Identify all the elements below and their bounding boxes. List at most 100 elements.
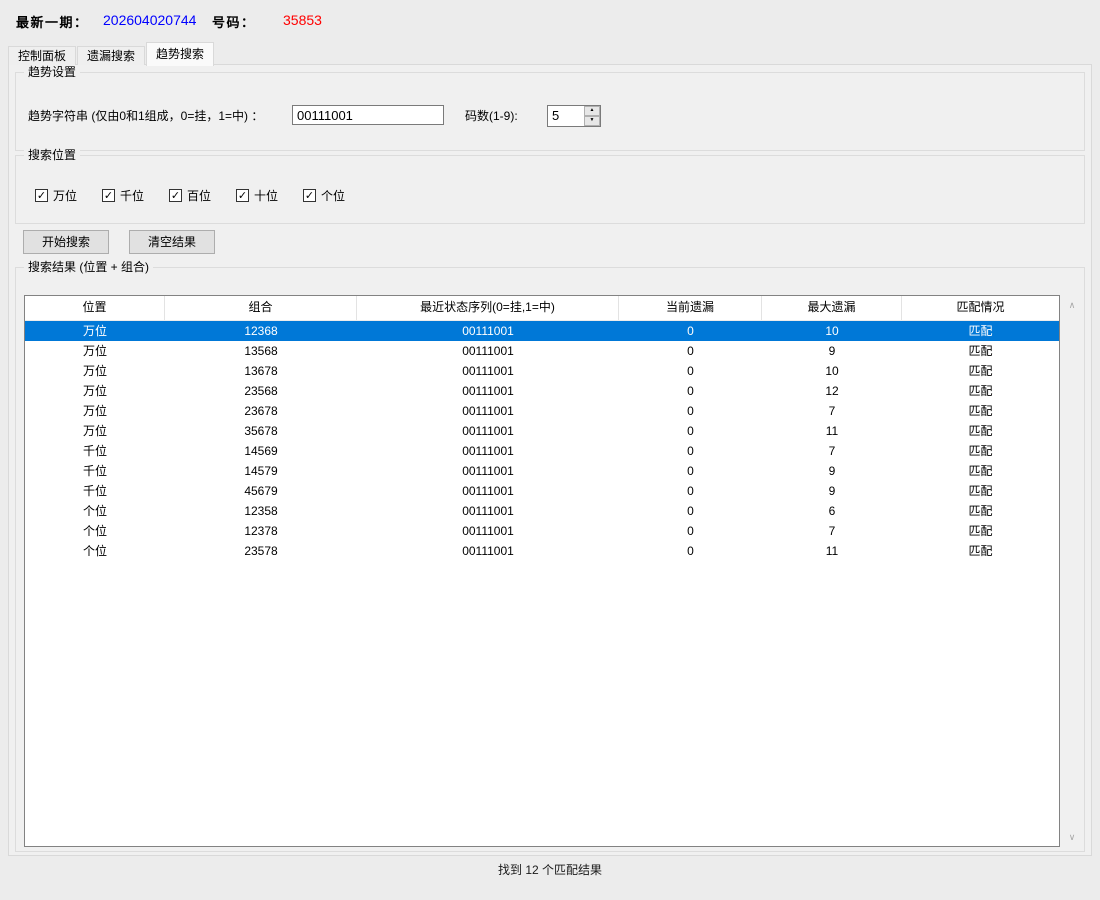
table-row[interactable]: 千位456790011100109匹配 bbox=[25, 481, 1059, 501]
table-cell: 12 bbox=[762, 381, 902, 401]
results-table-body: 万位1236800111001010匹配万位135680011100109匹配万… bbox=[25, 321, 1059, 561]
table-cell: 6 bbox=[762, 501, 902, 521]
table-cell: 千位 bbox=[25, 461, 165, 481]
column-header[interactable]: 匹配情况 bbox=[902, 296, 1059, 320]
table-cell: 11 bbox=[762, 541, 902, 561]
table-cell: 匹配 bbox=[902, 441, 1059, 461]
number-label: 号码： bbox=[212, 12, 256, 31]
table-cell: 匹配 bbox=[902, 501, 1059, 521]
table-cell: 12368 bbox=[165, 321, 357, 341]
digits-spinner[interactable]: 5 ▲ ▼ bbox=[547, 105, 601, 127]
spinner-up-icon[interactable]: ▲ bbox=[584, 106, 600, 116]
column-header[interactable]: 最大遗漏 bbox=[762, 296, 902, 320]
table-cell: 35678 bbox=[165, 421, 357, 441]
table-cell: 0 bbox=[619, 321, 762, 341]
table-cell: 0 bbox=[619, 441, 762, 461]
tab-trend-search[interactable]: 趋势搜索 bbox=[146, 42, 214, 66]
status-text: 找到 12 个匹配结果 bbox=[498, 863, 602, 877]
table-cell: 13678 bbox=[165, 361, 357, 381]
table-cell: 10 bbox=[762, 321, 902, 341]
table-cell: 匹配 bbox=[902, 381, 1059, 401]
digits-value: 5 bbox=[548, 106, 584, 126]
table-cell: 00111001 bbox=[357, 501, 619, 521]
checkbox-label: 个位 bbox=[321, 187, 345, 204]
table-row[interactable]: 万位236780011100107匹配 bbox=[25, 401, 1059, 421]
status-bar: 找到 12 个匹配结果 bbox=[0, 861, 1100, 878]
table-cell: 00111001 bbox=[357, 361, 619, 381]
vertical-scrollbar[interactable]: ∧ ∨ bbox=[1062, 295, 1082, 847]
table-cell: 匹配 bbox=[902, 521, 1059, 541]
table-row[interactable]: 万位1236800111001010匹配 bbox=[25, 321, 1059, 341]
table-cell: 0 bbox=[619, 361, 762, 381]
table-cell: 万位 bbox=[25, 401, 165, 421]
table-cell: 匹配 bbox=[902, 321, 1059, 341]
checkbox-label: 十位 bbox=[254, 187, 278, 204]
clear-results-button[interactable]: 清空结果 bbox=[129, 230, 215, 254]
table-cell: 9 bbox=[762, 481, 902, 501]
latest-issue-label: 最新一期： bbox=[16, 12, 89, 31]
table-cell: 个位 bbox=[25, 501, 165, 521]
pattern-input[interactable] bbox=[292, 105, 444, 125]
table-cell: 0 bbox=[619, 461, 762, 481]
table-cell: 00111001 bbox=[357, 441, 619, 461]
table-cell: 9 bbox=[762, 461, 902, 481]
search-results-group: 搜索结果 (位置 + 组合) 位置组合最近状态序列(0=挂,1=中)当前遗漏最大… bbox=[15, 267, 1085, 852]
table-cell: 23568 bbox=[165, 381, 357, 401]
table-cell: 9 bbox=[762, 341, 902, 361]
table-cell: 千位 bbox=[25, 441, 165, 461]
column-header[interactable]: 当前遗漏 bbox=[619, 296, 762, 320]
column-header[interactable]: 组合 bbox=[165, 296, 357, 320]
table-row[interactable]: 万位2356800111001012匹配 bbox=[25, 381, 1059, 401]
position-checkbox-2[interactable]: ✓千位 bbox=[102, 187, 169, 204]
checkmark-icon: ✓ bbox=[169, 189, 182, 202]
table-cell: 00111001 bbox=[357, 381, 619, 401]
table-cell: 0 bbox=[619, 381, 762, 401]
table-cell: 0 bbox=[619, 421, 762, 441]
tab-control-panel[interactable]: 控制面板 bbox=[8, 46, 76, 65]
search-position-title: 搜索位置 bbox=[24, 148, 80, 163]
table-cell: 12378 bbox=[165, 521, 357, 541]
table-row[interactable]: 千位145690011100107匹配 bbox=[25, 441, 1059, 461]
chevron-up-icon[interactable]: ∧ bbox=[1062, 300, 1082, 310]
table-row[interactable]: 个位123580011100106匹配 bbox=[25, 501, 1059, 521]
search-position-group: 搜索位置 ✓万位✓千位✓百位✓十位✓个位 bbox=[15, 155, 1085, 224]
table-cell: 匹配 bbox=[902, 541, 1059, 561]
number-value: 35853 bbox=[283, 12, 322, 28]
position-checkbox-3[interactable]: ✓百位 bbox=[169, 187, 236, 204]
digits-label: 码数(1-9): bbox=[465, 105, 518, 127]
latest-issue-value: 202604020744 bbox=[103, 12, 196, 28]
position-checkbox-4[interactable]: ✓十位 bbox=[236, 187, 303, 204]
table-cell: 匹配 bbox=[902, 341, 1059, 361]
checkmark-icon: ✓ bbox=[35, 189, 48, 202]
table-cell: 0 bbox=[619, 501, 762, 521]
chevron-down-icon[interactable]: ∨ bbox=[1062, 832, 1082, 842]
start-search-button[interactable]: 开始搜索 bbox=[23, 230, 109, 254]
spinner-down-icon[interactable]: ▼ bbox=[584, 116, 600, 126]
position-checkbox-1[interactable]: ✓万位 bbox=[35, 187, 102, 204]
position-checkbox-5[interactable]: ✓个位 bbox=[303, 187, 370, 204]
checkbox-label: 千位 bbox=[120, 187, 144, 204]
table-cell: 11 bbox=[762, 421, 902, 441]
table-row[interactable]: 万位1367800111001010匹配 bbox=[25, 361, 1059, 381]
table-row[interactable]: 万位135680011100109匹配 bbox=[25, 341, 1059, 361]
table-row[interactable]: 个位2357800111001011匹配 bbox=[25, 541, 1059, 561]
table-cell: 14569 bbox=[165, 441, 357, 461]
tab-omission-search[interactable]: 遗漏搜索 bbox=[77, 46, 145, 65]
table-row[interactable]: 万位3567800111001011匹配 bbox=[25, 421, 1059, 441]
column-header[interactable]: 最近状态序列(0=挂,1=中) bbox=[357, 296, 619, 320]
table-cell: 万位 bbox=[25, 341, 165, 361]
table-cell: 45679 bbox=[165, 481, 357, 501]
pattern-label: 趋势字符串 (仅由0和1组成，0=挂，1=中) ： bbox=[28, 105, 263, 127]
table-cell: 匹配 bbox=[902, 401, 1059, 421]
table-cell: 0 bbox=[619, 401, 762, 421]
column-header[interactable]: 位置 bbox=[25, 296, 165, 320]
table-row[interactable]: 个位123780011100107匹配 bbox=[25, 521, 1059, 541]
table-row[interactable]: 千位145790011100109匹配 bbox=[25, 461, 1059, 481]
table-cell: 万位 bbox=[25, 321, 165, 341]
table-cell: 23678 bbox=[165, 401, 357, 421]
table-cell: 匹配 bbox=[902, 421, 1059, 441]
table-cell: 7 bbox=[762, 441, 902, 461]
trend-settings-title: 趋势设置 bbox=[24, 65, 80, 80]
table-cell: 7 bbox=[762, 521, 902, 541]
table-cell: 00111001 bbox=[357, 481, 619, 501]
